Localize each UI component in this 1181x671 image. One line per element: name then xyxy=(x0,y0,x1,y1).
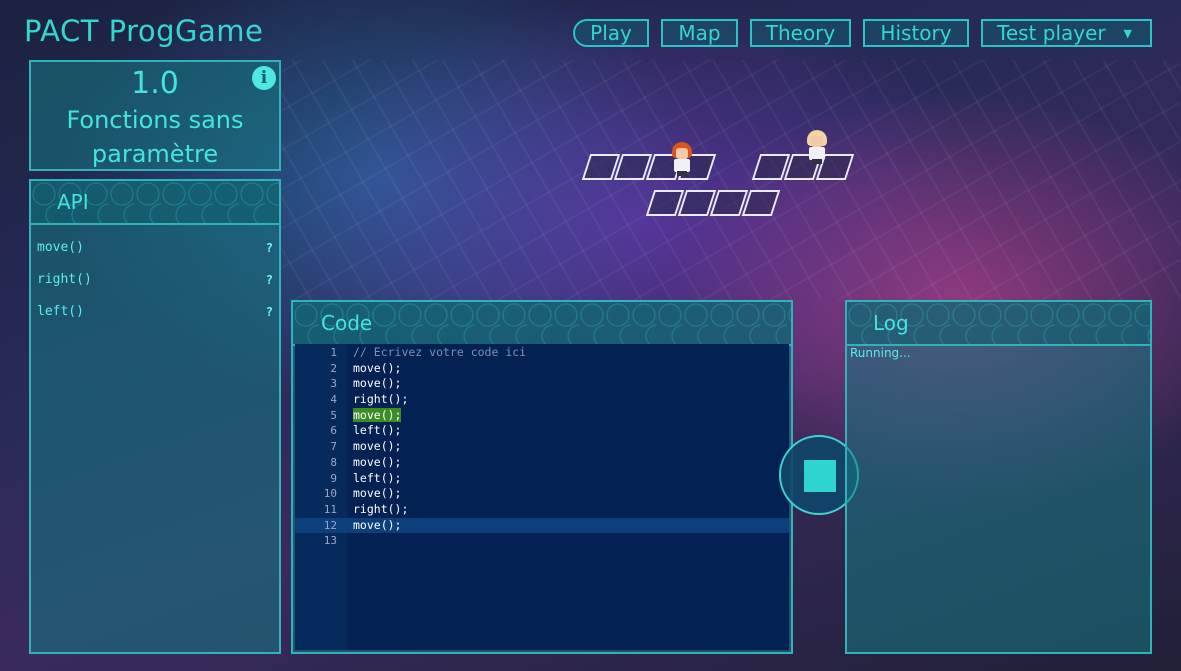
code-text: right(); xyxy=(353,501,409,516)
line-number: 9 xyxy=(330,471,337,485)
code-line[interactable]: 5 move(); xyxy=(295,407,789,424)
api-panel: API move() ? right() ? left() ? xyxy=(29,179,281,654)
theory-tab[interactable]: Theory xyxy=(750,19,851,47)
line-number: 4 xyxy=(330,393,337,407)
api-item-label: right() xyxy=(37,272,92,287)
code-text: // Ecrivez votre code ici xyxy=(353,345,527,359)
help-icon[interactable]: ? xyxy=(266,301,273,323)
game-stage xyxy=(580,130,855,228)
code-line[interactable]: 3 move(); xyxy=(295,376,789,392)
code-text: move(); xyxy=(353,517,402,532)
code-text: left(); xyxy=(353,470,402,485)
code-text: left(); xyxy=(353,423,402,438)
code-line[interactable]: 11 right(); xyxy=(295,502,789,518)
code-header: Code xyxy=(293,302,791,346)
code-lines: 1 // Ecrivez votre code ici 2 move(); 3 move(… xyxy=(295,345,789,549)
code-line[interactable]: 4 right(); xyxy=(295,392,789,408)
code-text: move(); xyxy=(353,454,402,469)
api-item-label: left() xyxy=(37,304,84,319)
help-icon[interactable]: ? xyxy=(266,269,273,291)
log-title: Log xyxy=(873,311,909,335)
line-number: 6 xyxy=(330,424,337,438)
code-line[interactable]: 7 move(); xyxy=(295,439,789,455)
code-line[interactable]: 10 move(); xyxy=(295,486,789,502)
code-text: move(); xyxy=(353,486,402,501)
line-number: 10 xyxy=(323,487,337,501)
line-number: 7 xyxy=(330,440,337,454)
line-number: 2 xyxy=(330,361,337,375)
code-line[interactable]: 2 move(); xyxy=(295,361,789,377)
player-select-label: Test player xyxy=(997,21,1106,45)
help-icon[interactable]: ? xyxy=(266,237,273,259)
code-title: Code xyxy=(321,311,373,335)
play-tab[interactable]: Play xyxy=(573,19,649,47)
line-number: 5 xyxy=(330,408,337,422)
caret-down-icon: ▼ xyxy=(1123,27,1132,40)
floor-tile xyxy=(741,190,781,216)
line-number: 1 xyxy=(330,346,337,359)
code-text: move(); xyxy=(353,376,402,391)
code-text: move(); xyxy=(353,360,402,375)
log-output: Running... xyxy=(850,346,911,360)
level-name-line1: Fonctions sans xyxy=(66,106,244,134)
top-nav: Play Map Theory History Test player ▼ xyxy=(0,19,1181,51)
api-item-label: move() xyxy=(37,240,84,255)
level-name-line2: paramètre xyxy=(91,140,219,168)
code-line[interactable]: 9 left(); xyxy=(295,471,789,487)
line-number: 13 xyxy=(323,534,337,548)
api-item-move[interactable]: move() ? xyxy=(31,237,279,269)
line-number: 11 xyxy=(323,502,337,516)
code-text: move(); xyxy=(353,439,402,454)
code-text: right(); xyxy=(353,392,409,407)
line-number: 3 xyxy=(330,377,337,391)
log-header: Log xyxy=(847,302,1150,346)
code-line[interactable]: 12 move(); xyxy=(295,517,789,534)
player-select[interactable]: Test player ▼ xyxy=(981,19,1152,47)
api-title: API xyxy=(57,190,89,214)
code-line[interactable]: 13 xyxy=(295,533,789,549)
level-panel: 1.0 Fonctions sans paramètre i xyxy=(29,60,281,171)
code-line[interactable]: 6 left(); xyxy=(295,423,789,439)
log-panel: Log Running... xyxy=(845,300,1152,654)
code-editor[interactable]: 1 // Ecrivez votre code ici 2 move(); 3 move(… xyxy=(295,344,789,650)
stop-icon xyxy=(804,460,836,492)
level-number: 1.0 xyxy=(131,66,179,101)
player-character-blonde xyxy=(805,130,829,164)
line-number: 12 xyxy=(323,518,337,532)
player-character-red xyxy=(670,142,694,176)
line-number: 8 xyxy=(330,455,337,469)
info-icon[interactable]: i xyxy=(252,66,276,90)
map-tab[interactable]: Map xyxy=(661,19,738,47)
api-header: API xyxy=(31,181,279,225)
api-item-right[interactable]: right() ? xyxy=(31,269,279,301)
executing-line-highlight: move(); xyxy=(353,407,402,422)
api-list: move() ? right() ? left() ? xyxy=(31,237,279,333)
code-line[interactable]: 8 move(); xyxy=(295,455,789,471)
executing-code-text: move(); xyxy=(353,407,402,424)
code-panel: Code 1// Ecrivez votre code ici 2 move(); 3… xyxy=(291,300,793,654)
api-item-left[interactable]: left() ? xyxy=(31,301,279,333)
history-tab[interactable]: History xyxy=(863,19,969,47)
code-line[interactable]: 1 // Ecrivez votre code ici xyxy=(295,345,789,361)
